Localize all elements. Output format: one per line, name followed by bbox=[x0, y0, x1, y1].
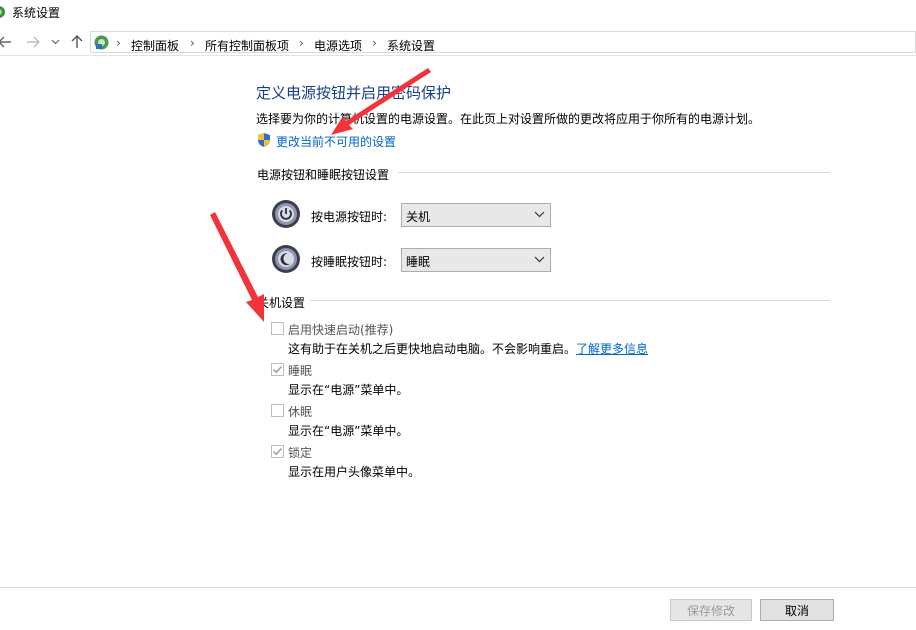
annotation-arrows bbox=[210, 68, 431, 322]
annotation-arrow bbox=[331, 68, 431, 135]
annotation-arrow bbox=[210, 212, 264, 322]
